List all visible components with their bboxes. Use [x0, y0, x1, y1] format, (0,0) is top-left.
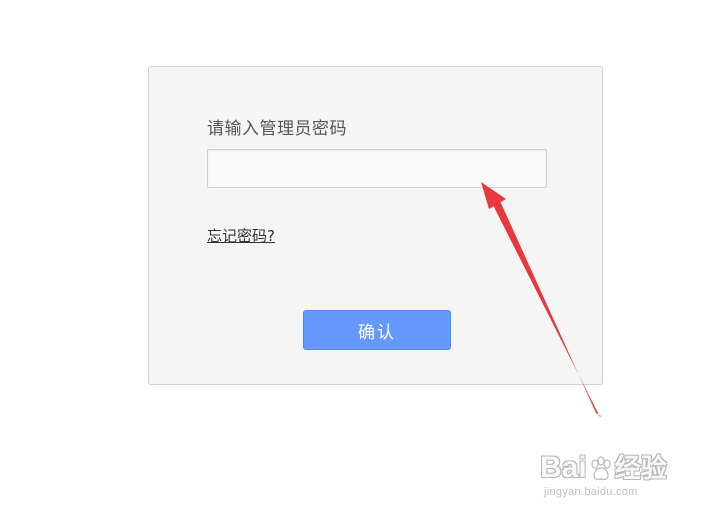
paw-icon [591, 456, 611, 481]
page: 请输入管理员密码 忘记密码? 确认 Bai 经验 jingyan.baidu.c… [0, 0, 709, 520]
admin-password-input[interactable] [207, 149, 547, 188]
watermark-logo: Bai 经验 [540, 448, 667, 485]
forgot-password-link[interactable]: 忘记密码? [207, 225, 275, 246]
watermark-url: jingyan.baidu.com [544, 486, 638, 498]
baidu-jingyan-watermark: Bai 经验 jingyan.baidu.com [540, 448, 700, 508]
confirm-button[interactable]: 确认 [303, 310, 451, 350]
watermark-brand-right: 经验 [614, 453, 667, 483]
login-panel: 请输入管理员密码 忘记密码? 确认 [148, 66, 603, 385]
password-prompt-label: 请输入管理员密码 [207, 119, 347, 139]
watermark-brand-left: Bai [540, 451, 587, 484]
